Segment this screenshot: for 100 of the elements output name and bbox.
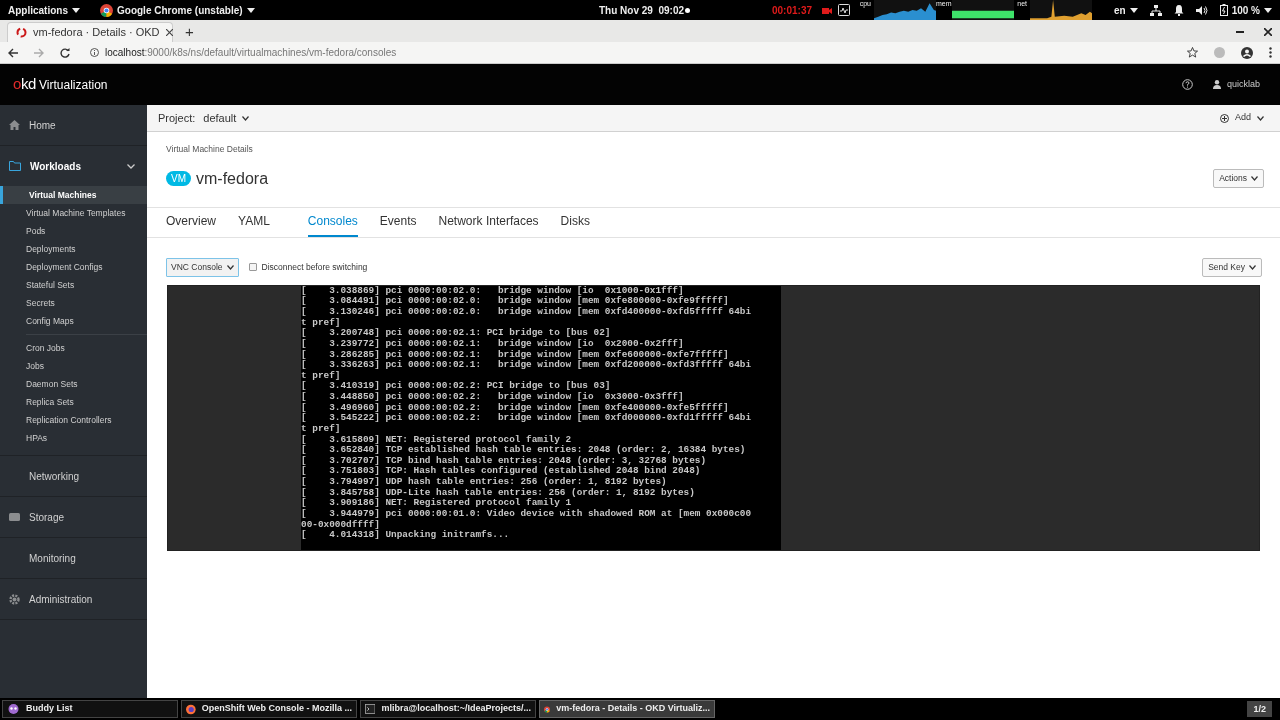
reload-icon[interactable] — [60, 47, 70, 58]
tab[interactable]: Events — [379, 207, 417, 237]
tab[interactable]: YAML — [238, 207, 270, 237]
breadcrumb: Virtual Machine Details — [166, 143, 254, 156]
chat-bubble-icon — [7, 702, 20, 716]
tab[interactable]: Disks — [560, 207, 590, 237]
new-tab-button[interactable]: + — [185, 24, 194, 39]
tab[interactable]: Overview — [166, 207, 216, 237]
account-icon[interactable] — [1241, 46, 1253, 59]
tab-title: vm-fedora · Details · OKD — [33, 25, 160, 41]
console-type-dropdown[interactable]: VNC Console — [166, 257, 239, 277]
nav-item[interactable]: Daemon Sets — [26, 375, 147, 393]
chevron-down-icon — [127, 163, 135, 169]
chevron-down-icon — [1251, 176, 1258, 182]
nav-item[interactable]: HPAs — [26, 429, 147, 447]
nav-item[interactable]: Virtual Machine Templates — [0, 204, 147, 222]
send-key-button[interactable]: Send Key — [1202, 257, 1262, 277]
system-monitor-icon — [838, 4, 850, 16]
user-icon — [1212, 80, 1221, 89]
taskbar-item[interactable]: OpenShift Web Console - Mozilla ... — [181, 700, 357, 718]
settings-icon — [9, 593, 20, 605]
top-menu[interactable]: Applications — [8, 2, 80, 18]
network-icon — [1149, 4, 1162, 16]
terminal-icon — [365, 703, 376, 715]
clock[interactable]: Thu Nov 29 09:02 — [599, 2, 685, 18]
url-host: localhost — [105, 47, 145, 58]
bookmark-star-icon[interactable] — [1187, 47, 1198, 58]
nav-item[interactable]: Secrets — [0, 294, 147, 312]
console-line: [ 3.084491] pci 0000:00:02.0: bridge window [mem 0xfe800000-0xfe9fffff] — [301, 296, 730, 307]
console-line: t pref] — [301, 370, 342, 381]
nav-item[interactable]: Stateful Sets — [0, 276, 147, 294]
home-icon — [9, 120, 20, 130]
taskbar-item[interactable]: Buddy List — [2, 700, 178, 718]
chrome-logo-icon — [100, 3, 113, 17]
taskbar-item[interactable]: vm-fedora - Details - OKD Virtualiz... — [539, 700, 715, 718]
openshift-logo-icon — [16, 27, 27, 38]
tab[interactable]: Consoles — [307, 207, 358, 237]
caret-icon — [1129, 7, 1138, 13]
info-icon — [90, 48, 99, 57]
project-selector[interactable]: default — [203, 109, 250, 127]
url-path: :9000/k8s/ns/default/virtualmachines/vm-fedora/consoles — [144, 47, 397, 58]
workspace-pager[interactable]: 1/2 — [1247, 701, 1272, 717]
project-label: Project: — [158, 110, 196, 126]
console-line: [ 3.751803] TCP: Hash tables configured (established 2048 bind 2048) — [301, 466, 702, 477]
console-line: t pref] — [301, 317, 342, 328]
close-icon[interactable] — [1264, 28, 1272, 36]
nav-item[interactable]: Config Maps — [0, 312, 147, 330]
caret-icon — [1264, 7, 1272, 13]
nav-section[interactable]: Administration — [0, 579, 147, 619]
tab[interactable]: Network Interfaces — [438, 207, 539, 237]
console-line: [ 3.286285] pci 0000:00:02.1: bridge window [mem 0xfe600000-0xfe7fffff] — [301, 349, 730, 360]
folder-icon — [9, 161, 21, 171]
nav-item[interactable]: Jobs — [26, 357, 147, 375]
nav-item[interactable]: Replication Controllers — [26, 411, 147, 429]
checkbox[interactable] — [248, 263, 257, 272]
console-line: [ 4.014318] Unpacking initramfs... — [301, 530, 511, 541]
firefox-logo-icon — [186, 702, 196, 716]
more-options-icon[interactable] — [1269, 47, 1272, 58]
close-icon[interactable] — [165, 29, 173, 36]
plus-circle-icon — [1220, 113, 1229, 123]
console-line: [ 3.652840] TCP established hash table entries: 2048 (order: 2, 16384 bytes) — [301, 445, 747, 456]
help-icon[interactable] — [1181, 79, 1193, 90]
caret-icon — [72, 7, 80, 13]
checkbox-label: Disconnect before switching — [261, 260, 368, 274]
language-selector[interactable]: en — [1113, 2, 1138, 18]
product-name: Virtualization — [39, 76, 108, 94]
nav-item[interactable]: Cron Jobs — [26, 339, 147, 357]
actions-button[interactable]: Actions — [1213, 169, 1264, 189]
chevron-down-icon — [1257, 115, 1264, 121]
nav-item[interactable]: Deployment Configs — [0, 258, 147, 276]
battery-icon — [1219, 4, 1228, 16]
back-arrow-icon[interactable] — [8, 47, 18, 58]
vm-badge: VM — [166, 171, 191, 187]
add-button[interactable]: Add — [1220, 111, 1264, 125]
nav-item[interactable]: Pods — [0, 222, 147, 240]
console-line: [ 3.909186] NET: Registered protocol family 1 — [301, 498, 573, 509]
nav-section[interactable]: Home — [0, 105, 147, 145]
console-line: [ 3.200748] pci 0000:00:02.1: PCI bridge to [bus 02] — [301, 328, 612, 339]
nav-item[interactable]: Deployments — [0, 240, 147, 258]
nav-item[interactable]: Replica Sets — [26, 393, 147, 411]
console-line: [ 3.410319] pci 0000:00:02.2: PCI bridge to [bus 03] — [301, 381, 612, 392]
console-line: [ 3.944979] pci 0000:00:01.0: Video device with shadowed ROM at [mem 0x000c00 — [301, 508, 753, 520]
volume-icon — [1195, 4, 1208, 16]
nav-section[interactable]: Storage — [0, 497, 147, 537]
browser-tab[interactable]: vm-fedora · Details · OKD — [7, 22, 173, 42]
top-menu[interactable]: Google Chrome (unstable) — [100, 2, 255, 18]
nav-section[interactable]: Networking — [0, 456, 147, 496]
nav-item[interactable]: Virtual Machines — [0, 186, 147, 204]
nav-section[interactable]: Workloads — [0, 146, 147, 186]
nav-section[interactable]: Monitoring — [0, 538, 147, 578]
console-line: [ 3.794997] UDP hash table entries: 256 (order: 1, 8192 bytes) — [301, 477, 668, 488]
vnc-screen[interactable] — [301, 285, 781, 550]
console-line: [ 3.845758] UDP-Lite hash table entries: 256 (order: 1, 8192 bytes) — [301, 487, 696, 498]
chevron-down-icon — [242, 115, 250, 121]
user-menu[interactable]: quicklab — [1212, 77, 1260, 92]
battery-percentage: 100 % — [1231, 3, 1260, 18]
taskbar-item[interactable]: mlibra@localhost:~/IdeaProjects/... — [360, 700, 536, 718]
console-line: [ 3.038869] pci 0000:00:02.0: bridge window [io 0x1000-0x1fff] — [301, 285, 685, 296]
console-line: 00-0x000dffff] — [301, 519, 381, 530]
console-line: [ 3.702707] TCP bind hash table entries: 2048 (order: 3, 32768 bytes) — [301, 455, 708, 466]
